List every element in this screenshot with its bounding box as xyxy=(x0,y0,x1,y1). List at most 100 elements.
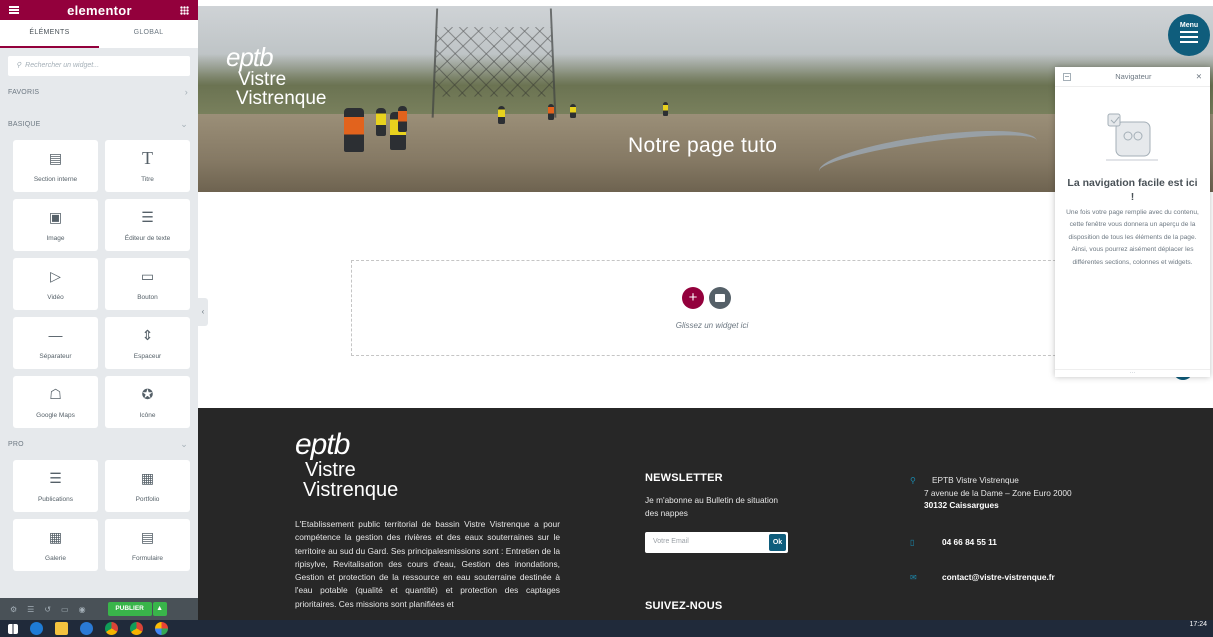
navigator-icon[interactable]: ☰ xyxy=(27,605,34,614)
image-icon: ▣ xyxy=(48,208,63,225)
chrome-icon[interactable] xyxy=(130,622,143,635)
logo-line1: Vistre xyxy=(305,459,356,481)
os-taskbar: 17:24 xyxy=(0,620,1213,637)
publish-options-icon[interactable]: ▲ xyxy=(152,602,167,616)
logo-line2: Vistrenque xyxy=(236,88,327,109)
browser-icon[interactable] xyxy=(80,622,93,635)
category-label: PRO xyxy=(8,440,24,448)
widget-dropzone[interactable]: + Glissez un widget ici xyxy=(351,260,1071,356)
phone-icon: ▯ xyxy=(910,538,915,547)
basic-widgets-grid: ▤ Section interne T Titre ▣ Image ☰ Éditeur … xyxy=(0,140,198,428)
elementor-panel: elementor ÉLÉMENTS GLOBAL ⚲ Rechercher u… xyxy=(0,0,198,620)
contact-email[interactable]: ✉ contact@vistre-vistrenque.fr xyxy=(910,571,1055,584)
hamburger-icon xyxy=(1180,31,1198,43)
category-favoris[interactable]: FAVORIS › xyxy=(0,76,198,108)
contact-phone[interactable]: ▯ 04 66 84 55 11 xyxy=(910,536,997,549)
navigator-panel[interactable]: Navigateur ✕ La navigation facile est ic… xyxy=(1055,67,1210,377)
widget-image[interactable]: ▣ Image xyxy=(13,199,98,251)
widget-spacer[interactable]: ⇕ Espaceur xyxy=(105,317,190,369)
category-pro[interactable]: PRO ⌄ xyxy=(0,428,198,460)
widget-search-input[interactable]: ⚲ Rechercher un widget... xyxy=(8,56,190,76)
tab-elements[interactable]: ÉLÉMENTS xyxy=(0,20,99,48)
widget-button[interactable]: ▭ Bouton xyxy=(105,258,190,310)
app-window: elementor ÉLÉMENTS GLOBAL ⚲ Rechercher u… xyxy=(0,0,1213,637)
history-icon[interactable]: ↺ xyxy=(44,605,51,614)
preview-icon[interactable]: ◉ xyxy=(79,605,86,614)
posts-icon: ☰ xyxy=(49,469,62,486)
logo-line1: Vistre xyxy=(238,69,287,90)
widget-portfolio[interactable]: ▦ Portfolio xyxy=(105,460,190,512)
navigator-illustration xyxy=(1106,113,1158,161)
newsletter-text: Je m'abonne au Bulletin de situation des… xyxy=(645,495,779,518)
close-icon[interactable]: ✕ xyxy=(1196,72,1202,81)
contact-address: ⚲ EPTB Vistre Vistrenque 7 avenue de la … xyxy=(910,474,1072,512)
text-editor-icon: ☰ xyxy=(141,208,154,225)
widget-video[interactable]: ▷ Vidéo xyxy=(13,258,98,310)
logo-eptb: eptb xyxy=(226,42,274,72)
widget-google-maps[interactable]: ☖ Google Maps xyxy=(13,376,98,428)
person-figure xyxy=(663,102,668,116)
newsletter-email-input[interactable]: Votre Email Ok xyxy=(645,532,788,553)
person-figure xyxy=(344,108,364,152)
contact-name: EPTB Vistre Vistrenque xyxy=(932,475,1019,485)
person-figure xyxy=(398,106,407,132)
site-footer: eptb Vistre Vistrenque L'Etablissement p… xyxy=(198,408,1213,620)
portfolio-icon: ▦ xyxy=(140,469,155,486)
navigator-header[interactable]: Navigateur ✕ xyxy=(1055,67,1210,87)
collapse-all-icon[interactable] xyxy=(1063,72,1071,81)
hero-logo[interactable]: eptb Vistre Vistrenque xyxy=(226,44,327,108)
menu-button[interactable]: Menu xyxy=(1168,14,1210,56)
tab-global[interactable]: GLOBAL xyxy=(99,20,198,48)
chrome-icon[interactable] xyxy=(105,622,118,635)
follow-heading: SUIVEZ-NOUS xyxy=(639,594,722,616)
newsletter-submit-button[interactable]: Ok xyxy=(769,534,786,551)
publish-button[interactable]: PUBLIER xyxy=(107,602,152,616)
heading-icon: T xyxy=(142,147,153,168)
person-figure xyxy=(570,104,576,118)
gallery-icon: ▦ xyxy=(48,528,63,545)
widget-heading[interactable]: T Titre xyxy=(105,140,190,192)
pro-widgets-grid: ☰ Publications ▦ Portfolio ▦ Galerie ▤ Formu… xyxy=(0,460,198,571)
widget-form[interactable]: ▤ Formulaire xyxy=(105,519,190,571)
widget-divider[interactable]: ― Séparateur xyxy=(13,317,98,369)
responsive-icon[interactable]: ▭ xyxy=(61,605,69,614)
app-icon[interactable] xyxy=(155,622,168,635)
map-icon: ☖ xyxy=(49,385,62,402)
edge-icon[interactable] xyxy=(30,622,43,635)
search-icon: ⚲ xyxy=(16,62,22,69)
add-template-button[interactable] xyxy=(709,287,731,309)
category-basique[interactable]: BASIQUE ⌄ xyxy=(0,108,198,140)
person-figure xyxy=(376,108,386,136)
footer-logo[interactable]: eptb Vistre Vistrenque xyxy=(295,428,399,501)
navigator-resize-handle[interactable]: ··· xyxy=(1055,369,1210,377)
widget-text-editor[interactable]: ☰ Éditeur de texte xyxy=(105,199,190,251)
file-explorer-icon[interactable] xyxy=(55,622,68,635)
taskbar-clock[interactable]: 17:24 xyxy=(1189,621,1207,629)
newsletter-heading-text: NEWSLETTER xyxy=(645,472,723,484)
button-icon: ▭ xyxy=(140,267,155,284)
chevron-down-icon: ⌄ xyxy=(180,118,188,129)
envelope-icon: ✉ xyxy=(910,573,917,582)
form-icon: ▤ xyxy=(140,528,155,545)
add-section-button[interactable]: + xyxy=(682,287,704,309)
search-placeholder: Rechercher un widget... xyxy=(25,62,100,69)
contact-city: 30132 Caissargues xyxy=(924,500,999,510)
windows-start-icon[interactable] xyxy=(8,623,18,634)
settings-icon[interactable]: ⚙ xyxy=(10,605,17,614)
widget-gallery[interactable]: ▦ Galerie xyxy=(13,519,98,571)
newsletter-heading: NEWSLETTER xyxy=(639,466,723,488)
navigator-title: Navigateur xyxy=(1115,72,1152,81)
navigator-description: Une fois votre page remplie avec du cont… xyxy=(1066,209,1199,266)
hamburger-icon[interactable] xyxy=(9,6,19,14)
logo-eptb: eptb xyxy=(295,428,350,461)
widgets-grid-icon[interactable] xyxy=(180,5,189,15)
video-icon: ▷ xyxy=(50,267,61,284)
widget-inner-section[interactable]: ▤ Section interne xyxy=(13,140,98,192)
columns-icon: ▤ xyxy=(48,149,63,166)
widget-posts[interactable]: ☰ Publications xyxy=(13,460,98,512)
elementor-logo: elementor xyxy=(67,2,132,18)
spacer-icon: ⇕ xyxy=(141,326,154,343)
panel-footer: ⚙ ☰ ↺ ▭ ◉ PUBLIER ▲ xyxy=(0,598,198,620)
logo-line2: Vistrenque xyxy=(303,479,399,501)
widget-icon[interactable]: ✪ Icône xyxy=(105,376,190,428)
